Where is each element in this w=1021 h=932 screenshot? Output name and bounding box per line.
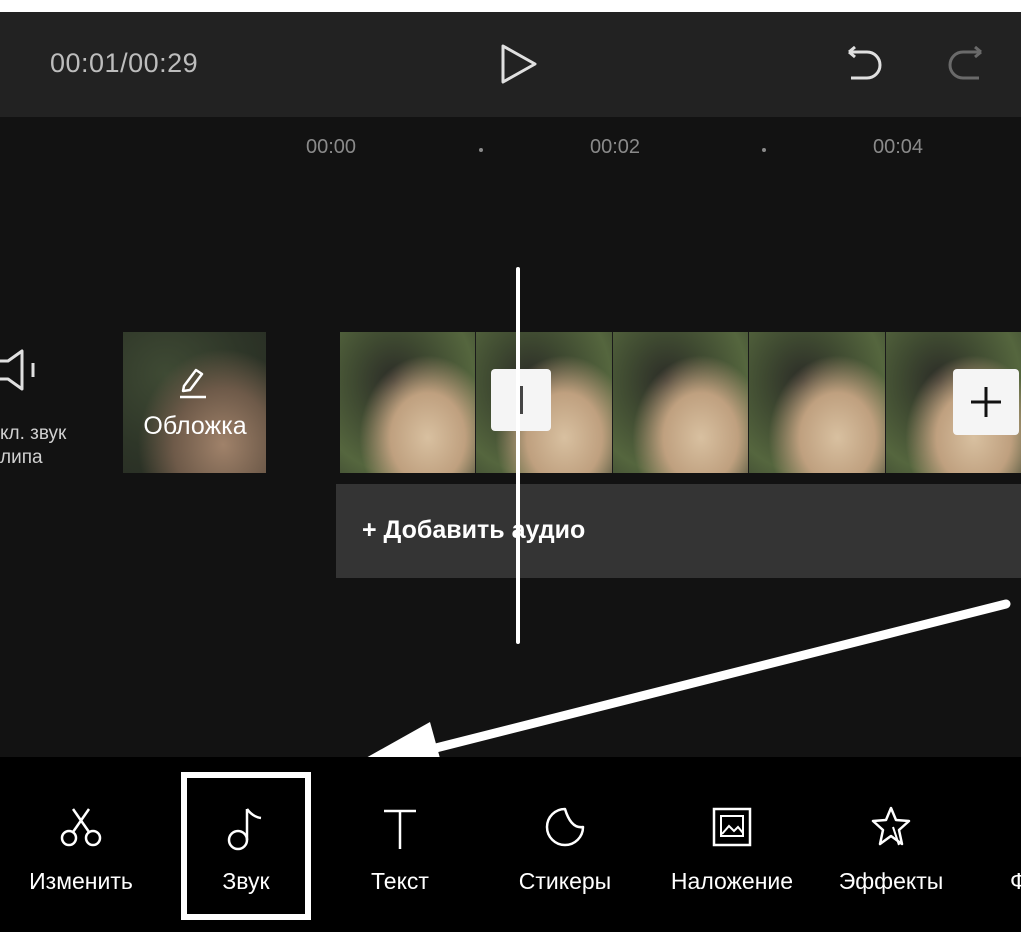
ruler-mark-0: 00:00 [306,136,357,158]
text-icon [384,809,416,849]
add-audio-label: + Добавить аудио [362,516,586,544]
audio-tool-highlight [181,772,311,920]
video-frame-thumbnail [340,332,476,473]
tool-stickers[interactable]: Стикеры [500,757,630,932]
cover-label: Обложка [143,412,247,440]
tool-text-label: Текст [371,868,429,894]
ruler-dot [479,148,483,152]
tool-edit[interactable]: Изменить [0,757,162,932]
video-editor: 00:01/00:29 00:00 00:02 00:04 кл. звук л… [0,12,1021,932]
effects-star-icon [871,806,911,846]
overlay-icon [712,807,752,847]
sticker-icon [545,807,585,847]
add-clip-button[interactable] [953,369,1019,435]
tool-overlay[interactable]: Наложение [652,757,812,932]
play-icon[interactable] [496,42,540,86]
mute-label-line2: липа [0,447,43,468]
scissors-icon [60,808,102,847]
tool-edit-label: Изменить [29,868,133,894]
ruler-mark-1: 00:02 [590,136,641,158]
playhead[interactable] [516,267,520,644]
bottom-toolbar: Изменить Звук Текст Стикеры Наложение Эф… [0,757,1021,932]
mute-clip-audio-label[interactable]: кл. звук липа [0,422,110,470]
playback-time: 00:01/00:29 [50,48,199,78]
tool-text[interactable]: Текст [340,757,460,932]
tool-effects-label: Эффекты [838,868,944,894]
video-frame-thumbnail [611,332,749,473]
clip-transition-handle[interactable] [491,369,551,431]
tool-overlay-label: Наложение [670,868,794,894]
tool-more-label: Ф [1010,868,1021,894]
video-clip-track[interactable] [340,332,1021,473]
tool-stickers-label: Стикеры [518,868,612,894]
editor-top-bar: 00:01/00:29 [0,12,1021,117]
ruler-dot [762,148,766,152]
undo-icon[interactable] [845,46,885,86]
edit-pencil-icon [180,368,206,399]
tool-more[interactable]: Ф [1000,757,1021,932]
ruler-mark-2: 00:04 [873,136,924,158]
cover-thumbnail[interactable] [123,332,266,473]
redo-icon[interactable] [945,46,985,86]
tool-effects[interactable]: Эффекты [826,757,956,932]
mute-label-line1: кл. звук [0,423,67,444]
speaker-icon[interactable] [0,347,48,393]
plus-icon [971,387,1001,417]
video-frame-thumbnail [748,332,885,473]
